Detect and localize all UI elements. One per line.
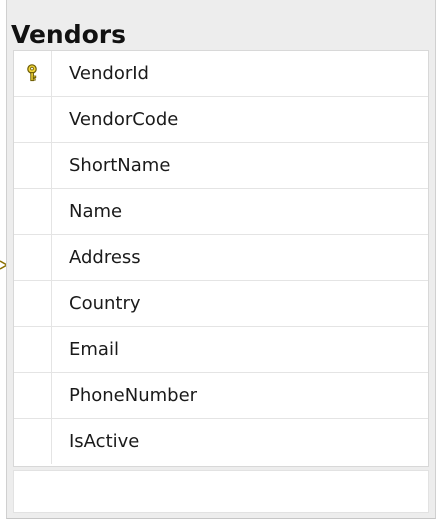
column-name: Country: [69, 293, 141, 314]
column-row-country[interactable]: Country: [14, 281, 428, 327]
row-selector[interactable]: [14, 51, 52, 96]
row-selector[interactable]: [14, 419, 52, 464]
table-title: Vendors: [11, 20, 127, 49]
column-row-phonenumber[interactable]: PhoneNumber: [14, 373, 428, 419]
column-row-shortname[interactable]: ShortName: [14, 143, 428, 189]
column-name: PhoneNumber: [69, 385, 198, 406]
row-selector[interactable]: [14, 235, 52, 280]
key-icon: [27, 64, 37, 82]
column-name: Email: [69, 339, 119, 360]
column-row-isactive[interactable]: IsActive: [14, 419, 428, 465]
table-footer-area: [13, 470, 429, 513]
row-selector[interactable]: [14, 97, 52, 142]
row-selector[interactable]: [14, 281, 52, 326]
column-row-name[interactable]: Name: [14, 189, 428, 235]
column-row-vendorcode[interactable]: VendorCode: [14, 97, 428, 143]
column-row-address[interactable]: Address: [14, 235, 428, 281]
row-selector[interactable]: [14, 373, 52, 418]
column-name: Address: [69, 247, 141, 268]
vendors-table[interactable]: Vendors VendorId VendorCode ShortName Na…: [6, 0, 436, 519]
column-name: VendorId: [69, 63, 149, 84]
column-name: ShortName: [69, 155, 171, 176]
diagram-canvas: Vendors VendorId VendorCode ShortName Na…: [0, 0, 440, 525]
column-row-vendorid[interactable]: VendorId: [14, 51, 428, 97]
column-name: Name: [69, 201, 123, 222]
column-list: VendorId VendorCode ShortName Name Addre…: [13, 50, 429, 467]
column-name: VendorCode: [69, 109, 179, 130]
column-name: IsActive: [69, 431, 140, 452]
row-selector[interactable]: [14, 189, 52, 234]
row-selector[interactable]: [14, 143, 52, 188]
row-selector[interactable]: [14, 327, 52, 372]
column-row-email[interactable]: Email: [14, 327, 428, 373]
